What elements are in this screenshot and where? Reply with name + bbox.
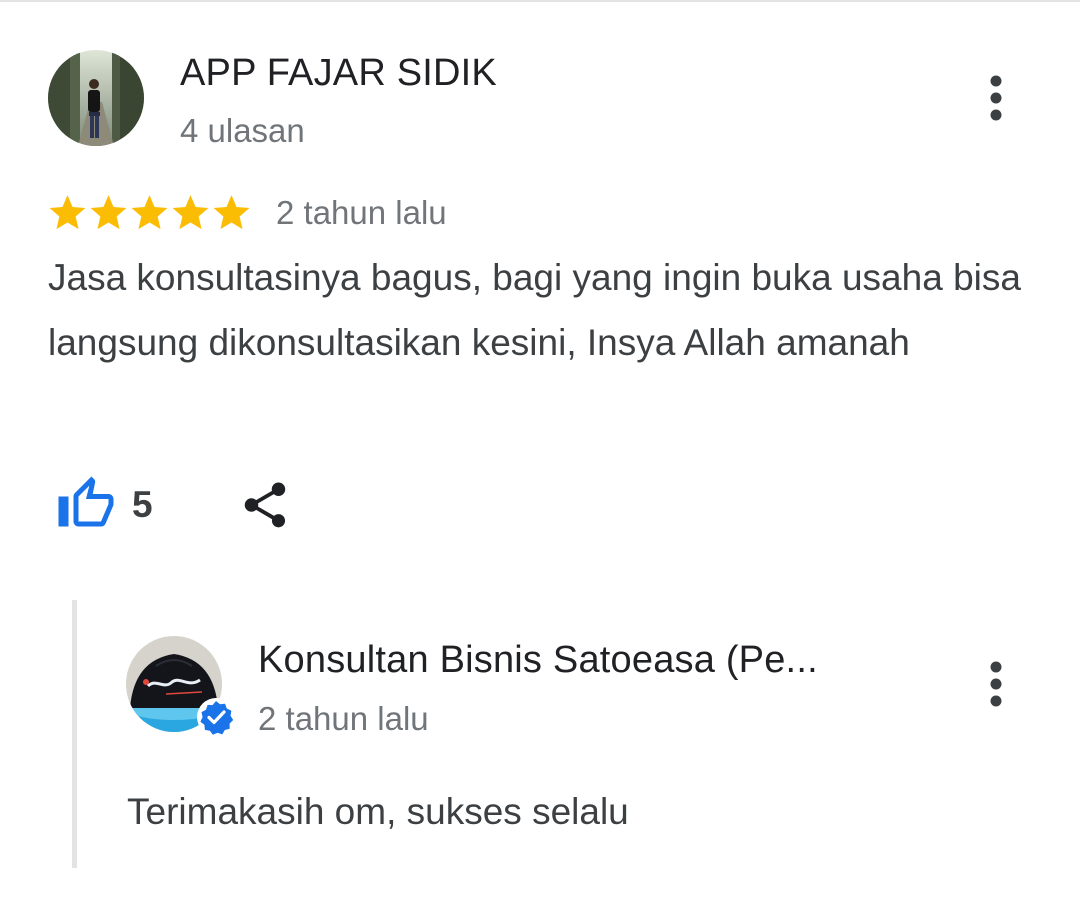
share-icon: [244, 482, 286, 528]
share-button[interactable]: [238, 478, 292, 532]
reviewer-avatar[interactable]: [48, 50, 144, 146]
like-count: 5: [132, 484, 153, 525]
review-more-options-button[interactable]: [976, 68, 1016, 128]
star-icon: [49, 195, 86, 230]
top-divider: [0, 0, 1080, 2]
reply-indent-rule: [72, 600, 77, 868]
more-vert-icon: [990, 75, 1002, 121]
reviewer-name[interactable]: APP FAJAR SIDIK: [180, 52, 497, 95]
like-button[interactable]: [56, 474, 116, 534]
thumb-up-icon: [58, 476, 114, 527]
star-icon: [172, 195, 209, 230]
owner-reply-text: Terimakasih om, sukses selalu: [127, 791, 629, 832]
star-icon: [131, 195, 168, 230]
owner-name[interactable]: Konsultan Bisnis Satoeasa (Pe...: [258, 639, 818, 682]
reply-more-options-button[interactable]: [976, 654, 1016, 714]
more-vert-icon: [990, 661, 1002, 707]
verified-badge: [196, 697, 236, 737]
review-time: 2 tahun lalu: [276, 194, 447, 231]
star-icon: [90, 195, 127, 230]
rating-stars: [46, 191, 251, 235]
review-text: Jasa konsultasinya bagus, bagi yang ingi…: [48, 257, 1021, 363]
reviewer-review-count: 4 ulasan: [180, 112, 305, 149]
owner-reply-time: 2 tahun lalu: [258, 700, 429, 737]
verified-check-icon: [197, 698, 235, 736]
star-icon: [213, 195, 250, 230]
